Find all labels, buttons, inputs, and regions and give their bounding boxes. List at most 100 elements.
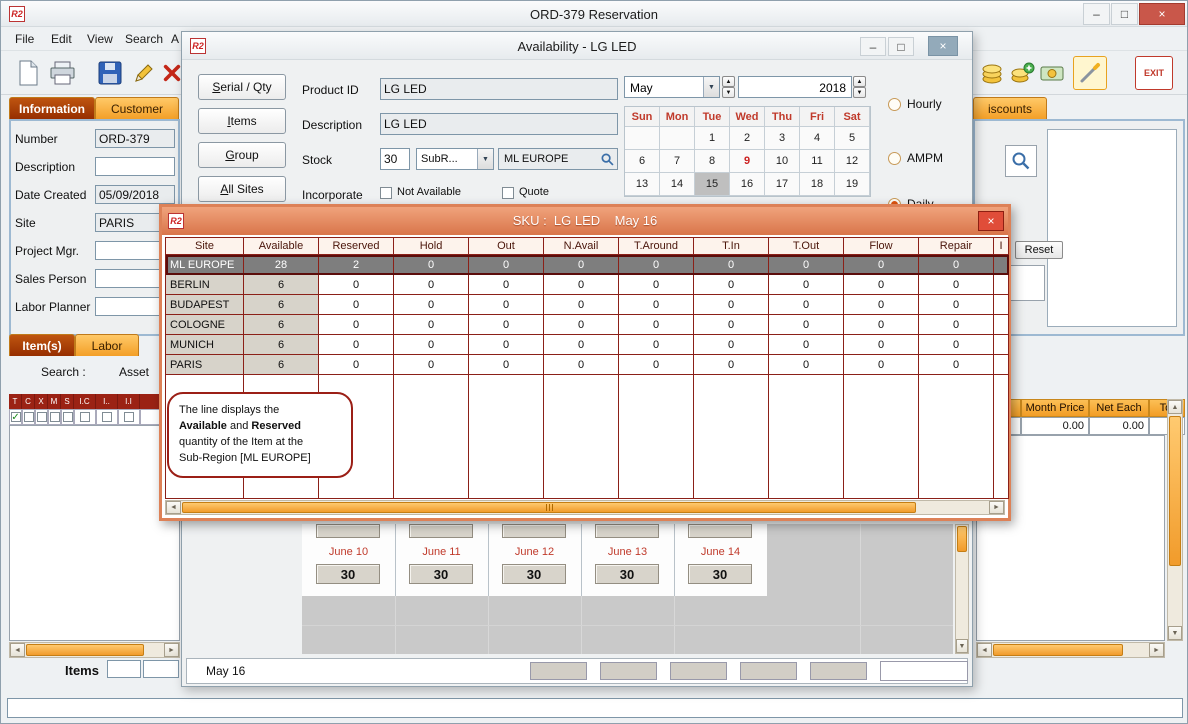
tab-discounts[interactable]: iscounts (973, 97, 1047, 119)
subregion-combo[interactable]: SubR... ▼ (416, 148, 494, 170)
date-created-field[interactable] (95, 185, 175, 204)
add-payment-button[interactable] (1007, 58, 1037, 88)
reset-button[interactable]: Reset (1015, 241, 1063, 259)
year-field[interactable]: 2018 (738, 76, 852, 98)
menu-file[interactable]: File (9, 28, 40, 50)
close-button[interactable]: × (978, 211, 1004, 231)
not-available-checkbox[interactable] (380, 187, 392, 199)
chevron-down-icon[interactable]: ▼ (477, 149, 493, 169)
calendar-day[interactable]: 4 (800, 127, 835, 150)
sku-col-header[interactable]: T.In (694, 238, 769, 255)
sku-col-header[interactable]: Site (166, 238, 244, 255)
maximize-button[interactable]: □ (888, 37, 914, 56)
sales-person-field[interactable] (95, 269, 161, 288)
calendar-day-selected[interactable]: 15 (695, 173, 730, 196)
description-field[interactable] (380, 113, 618, 135)
scroll-right-button[interactable]: ► (164, 643, 179, 657)
sku-col-header[interactable]: Hold (394, 238, 469, 255)
minimize-button[interactable]: – (860, 37, 886, 56)
magic-wand-button[interactable] (1073, 56, 1107, 90)
sku-row[interactable]: BERLIN 6 0 0 0 0 0 0 0 0 0 (166, 275, 1009, 295)
print-button[interactable] (47, 58, 77, 88)
calendar-day[interactable]: 11 (800, 150, 835, 173)
project-mgr-field[interactable] (95, 241, 161, 260)
close-button[interactable]: × (1139, 3, 1185, 25)
status-bar-input[interactable] (7, 698, 1183, 718)
scroll-thumb[interactable] (957, 526, 967, 552)
scroll-right-button[interactable]: ► (989, 501, 1004, 514)
chevron-down-icon[interactable]: ▼ (703, 77, 719, 97)
group-button[interactable]: Group (198, 142, 286, 168)
calendar-day-today[interactable]: 9 (730, 150, 765, 173)
right-vertical-scrollbar[interactable]: ▲ ▼ (1167, 399, 1183, 641)
schedule-vertical-scrollbar[interactable]: ▼ (955, 524, 969, 654)
row-checkbox[interactable] (102, 412, 112, 422)
row-checkbox[interactable] (50, 412, 60, 422)
search-type-value[interactable]: Asset (119, 365, 149, 379)
scroll-thumb[interactable] (1169, 416, 1181, 566)
calendar-day[interactable] (625, 127, 660, 150)
calendar-day[interactable]: 10 (765, 150, 800, 173)
sku-col-header[interactable]: Repair (919, 238, 994, 255)
row-checkbox-checked[interactable]: ✓ (11, 412, 21, 422)
row-checkbox[interactable] (80, 412, 90, 422)
spin-down-icon[interactable]: ▼ (853, 87, 866, 98)
calendar-day[interactable]: 2 (730, 127, 765, 150)
scroll-down-button[interactable]: ▼ (1168, 626, 1182, 640)
row-checkbox[interactable] (63, 412, 73, 422)
calendar-day[interactable]: 17 (765, 173, 800, 196)
calendar-day[interactable]: 13 (625, 173, 660, 196)
new-document-button[interactable] (13, 58, 43, 88)
ampm-radio[interactable] (888, 152, 901, 165)
sku-col-header[interactable]: Flow (844, 238, 919, 255)
month-spinner[interactable]: ▲ ▼ (722, 76, 735, 98)
subregion-field[interactable]: ML EUROPE (498, 148, 618, 170)
menu-edit[interactable]: Edit (45, 28, 78, 50)
stock-field[interactable] (380, 148, 410, 170)
sku-col-header[interactable]: Available (244, 238, 319, 255)
menu-view[interactable]: View (81, 28, 119, 50)
year-spinner[interactable]: ▲ ▼ (853, 76, 866, 98)
save-button[interactable] (95, 58, 125, 88)
charges-button[interactable] (977, 58, 1007, 88)
spin-up-icon[interactable]: ▲ (853, 76, 866, 87)
quantity-box[interactable]: 30 (502, 564, 566, 584)
number-field[interactable] (95, 129, 175, 148)
sku-col-header[interactable]: N.Avail (544, 238, 619, 255)
calendar-day[interactable]: 18 (800, 173, 835, 196)
footer-input-box[interactable] (880, 661, 968, 681)
search-button[interactable] (1005, 145, 1037, 177)
sku-row[interactable]: PARIS 6 0 0 0 0 0 0 0 0 0 (166, 355, 1009, 375)
sku-col-header[interactable]: I (994, 238, 1009, 255)
close-button[interactable]: × (928, 36, 958, 56)
spin-up-icon[interactable]: ▲ (722, 76, 735, 87)
scroll-right-button[interactable]: ► (1149, 643, 1164, 657)
tab-customer[interactable]: Customer (95, 97, 179, 119)
calendar-day[interactable]: 1 (695, 127, 730, 150)
quantity-box[interactable]: 30 (595, 564, 659, 584)
row-checkbox[interactable] (24, 412, 34, 422)
row-checkbox[interactable] (124, 412, 134, 422)
menu-search[interactable]: Search (119, 28, 169, 50)
calendar-day[interactable]: 5 (835, 127, 870, 150)
sku-horizontal-scrollbar[interactable]: ◄ ► (165, 500, 1005, 515)
sku-row[interactable]: COLOGNE 6 0 0 0 0 0 0 0 0 0 (166, 315, 1009, 335)
items-count-field[interactable] (107, 660, 141, 678)
sku-col-header[interactable]: T.Around (619, 238, 694, 255)
edit-button[interactable] (129, 58, 159, 88)
quantity-box[interactable]: 30 (688, 564, 752, 584)
tab-information[interactable]: Information (9, 97, 95, 119)
scroll-thumb[interactable] (993, 644, 1123, 656)
quantity-box[interactable]: 30 (409, 564, 473, 584)
scroll-down-button[interactable]: ▼ (956, 639, 968, 653)
all-sites-button[interactable]: All Sites (198, 176, 286, 202)
month-select[interactable]: May ▼ (624, 76, 720, 98)
calendar-day[interactable]: 16 (730, 173, 765, 196)
scroll-up-button[interactable]: ▲ (1168, 400, 1182, 414)
exit-button[interactable]: EXIT (1135, 56, 1173, 90)
sku-col-header[interactable]: T.Out (769, 238, 844, 255)
calendar-day[interactable] (660, 127, 695, 150)
items-horizontal-scrollbar[interactable]: ◄ ► (9, 642, 180, 658)
items-qty-field[interactable] (143, 660, 179, 678)
quantity-box[interactable]: 30 (316, 564, 380, 584)
